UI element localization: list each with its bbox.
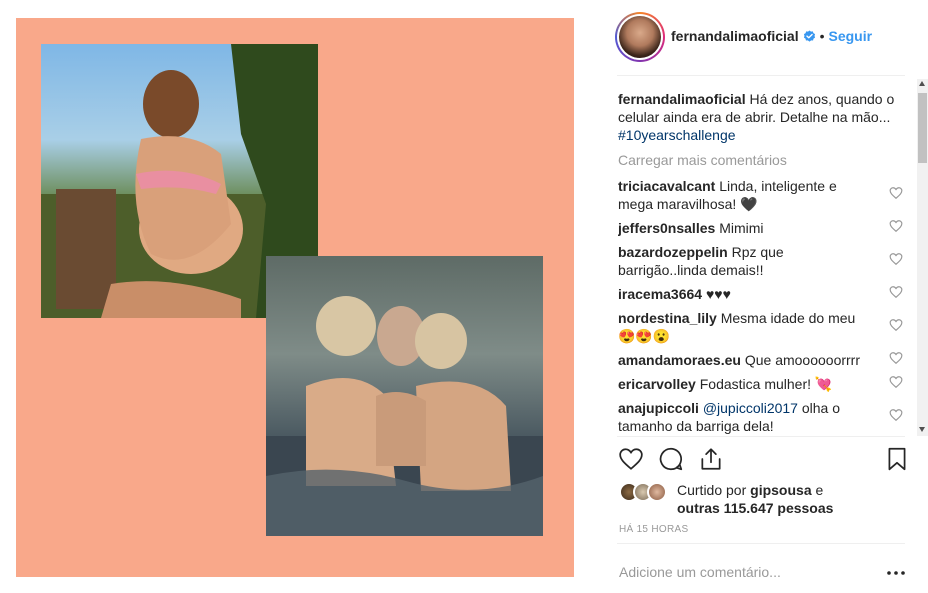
post-timestamp[interactable]: HÁ 15 HORAS (619, 524, 688, 535)
comment-text: ♥♥♥ (705, 286, 731, 302)
comment-item: ericarvolley Fodastica mulher! 💘 (618, 375, 873, 393)
like-comment-heart-icon[interactable] (889, 186, 903, 200)
comment-text: Que amoooooorrrr (744, 352, 861, 368)
like-comment-heart-icon[interactable] (889, 252, 903, 266)
comment-item: anajupiccoli @jupiccoli2017 olha o taman… (618, 399, 873, 435)
header-divider (617, 75, 905, 76)
comments-scrollbar[interactable] (917, 79, 928, 436)
comment-text: Fodastica mulher! 💘 (699, 376, 833, 392)
post-header: fernandalimaoficial • Seguir (605, 12, 905, 62)
post-actions (618, 446, 908, 472)
comment-bubble-icon[interactable] (658, 446, 684, 472)
post-side-panel: fernandalimaoficial • Seguir fernandalim… (605, 0, 928, 593)
like-comment-heart-icon[interactable] (889, 375, 903, 389)
comment-mention[interactable]: @jupiccoli2017 (703, 400, 798, 416)
comment-username[interactable]: anajupiccoli (618, 400, 699, 416)
author-avatar[interactable] (615, 12, 665, 62)
author-username[interactable]: fernandalimaoficial (671, 28, 799, 44)
caption-username[interactable]: fernandalimaoficial (618, 91, 746, 107)
post-caption: fernandalimaoficial Há dez anos, quando … (618, 90, 898, 144)
comment-item: iracema3664 ♥♥♥ (618, 285, 873, 303)
comment-item: amandamoraes.eu Que amoooooorrrr (618, 351, 873, 369)
comment-username[interactable]: triciacavalcant (618, 178, 715, 194)
like-comment-heart-icon[interactable] (889, 285, 903, 299)
post-image[interactable] (16, 18, 574, 577)
comment-text: Mimimi (719, 220, 764, 236)
verified-badge-icon (803, 29, 816, 43)
likes-text: Curtido por gipsousa e outras 115.647 pe… (677, 481, 833, 517)
like-comment-heart-icon[interactable] (889, 351, 903, 365)
add-comment-input[interactable]: Adicione um comentário... (619, 564, 781, 580)
likes-first-user[interactable]: gipsousa (750, 482, 811, 498)
bookmark-icon[interactable] (884, 446, 910, 472)
liker-avatar[interactable] (647, 482, 667, 502)
like-heart-icon[interactable] (618, 446, 644, 472)
likes-summary: Curtido por gipsousa e outras 115.647 pe… (619, 480, 909, 520)
load-more-comments-button[interactable]: Carregar mais comentários (618, 151, 787, 169)
comment-username[interactable]: ericarvolley (618, 376, 696, 392)
scroll-up-arrow-icon[interactable] (919, 81, 925, 86)
comment-item: bazardozeppelin Rpz que barrigão..linda … (618, 243, 873, 279)
comment-username[interactable]: bazardozeppelin (618, 244, 728, 260)
caption-hashtag[interactable]: #10yearschallenge (618, 127, 736, 143)
comment-item: triciacavalcant Linda, inteligente e meg… (618, 177, 873, 213)
share-icon[interactable] (698, 446, 724, 472)
comment-username[interactable]: iracema3664 (618, 286, 702, 302)
likes-prefix: Curtido por (677, 482, 747, 498)
footer-divider (617, 543, 905, 544)
family-pool-photo (266, 256, 543, 536)
comment-item: nordestina_lily Mesma idade do meu 😍😍😮 (618, 309, 873, 345)
comment-username[interactable]: nordestina_lily (618, 310, 717, 326)
more-options-icon[interactable] (886, 570, 906, 576)
like-comment-heart-icon[interactable] (889, 408, 903, 422)
scrollbar-thumb[interactable] (918, 93, 927, 163)
comment-item: jeffers0nsalles Mimimi (618, 219, 873, 237)
like-comment-heart-icon[interactable] (889, 219, 903, 233)
comments-divider (617, 436, 905, 437)
separator-dot: • (819, 28, 825, 44)
follow-button[interactable]: Seguir (829, 28, 873, 44)
comment-username[interactable]: amandamoraes.eu (618, 352, 741, 368)
like-comment-heart-icon[interactable] (889, 318, 903, 332)
likes-others-count[interactable]: outras 115.647 pessoas (677, 500, 833, 516)
comment-username[interactable]: jeffers0nsalles (618, 220, 715, 236)
likes-conjunction: e (815, 482, 824, 498)
scroll-down-arrow-icon[interactable] (919, 427, 925, 432)
comments-list[interactable]: fernandalimaoficial Há dez anos, quando … (618, 88, 908, 436)
